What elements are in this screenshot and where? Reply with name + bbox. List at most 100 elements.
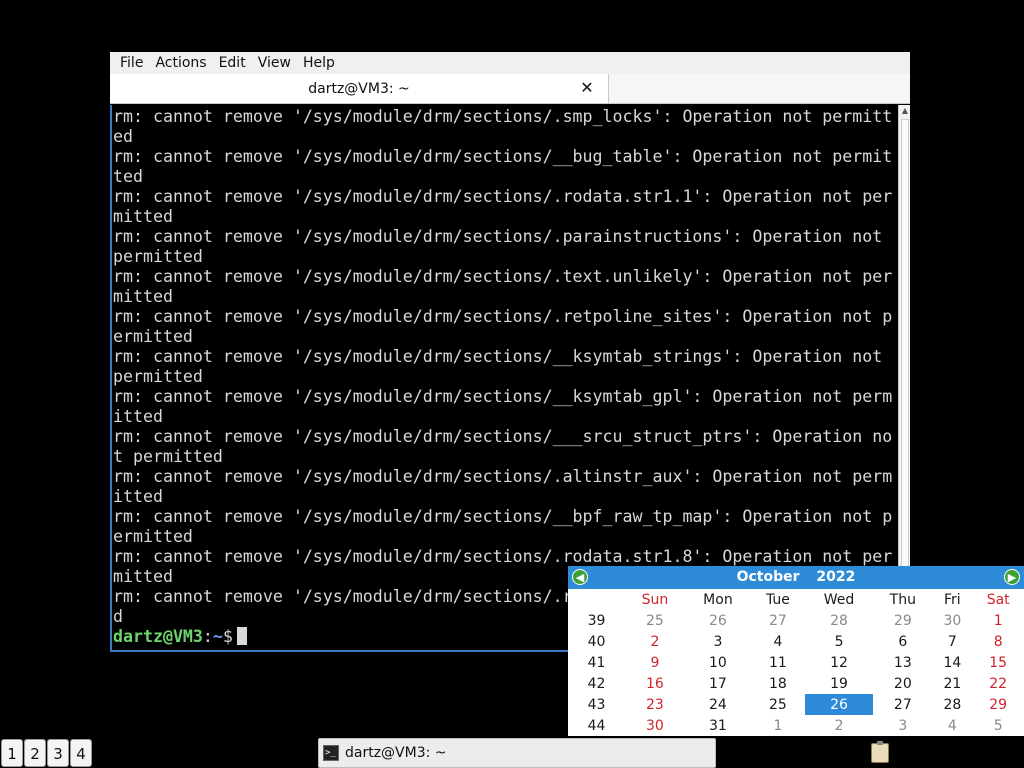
calendar-grid: Sun Mon Tue Wed Thu Fri Sat 39 25 26 27 28 29 30 1 40 2… — [568, 589, 1024, 736]
calendar-day[interactable]: 14 — [932, 652, 972, 673]
menu-view[interactable]: View — [252, 52, 297, 74]
taskbar-terminal-item[interactable]: >_ dartz@VM3: ~ — [318, 738, 716, 768]
calendar-day[interactable]: 25 — [625, 610, 685, 631]
terminal-line: rm: cannot remove '/sys/module/drm/secti… — [113, 427, 893, 446]
prompt-symbol: $ — [222, 627, 233, 646]
calendar-day[interactable]: 27 — [873, 694, 932, 715]
calendar-day[interactable]: 7 — [932, 631, 972, 652]
next-month-icon[interactable]: ▶ — [1004, 569, 1020, 585]
calendar-day[interactable]: 16 — [625, 673, 685, 694]
calendar-day[interactable]: 26 — [685, 610, 751, 631]
calendar-day[interactable]: 30 — [932, 610, 972, 631]
tab-bar: dartz@VM3: ~ ✕ — [110, 74, 910, 104]
calendar-day[interactable]: 25 — [751, 694, 805, 715]
calendar-day[interactable]: 8 — [972, 631, 1024, 652]
calendar-day[interactable]: 1 — [972, 610, 1024, 631]
taskbar: 1 2 3 4 >_ dartz@VM3: ~ — [0, 736, 1024, 768]
terminal-line: rm: cannot remove '/sys/module/drm/secti… — [113, 187, 893, 206]
terminal-line: mitted — [113, 287, 173, 306]
weekday-label: Thu — [889, 591, 916, 608]
calendar-day[interactable]: 9 — [625, 652, 685, 673]
calendar-day[interactable]: 19 — [805, 673, 874, 694]
calendar-title: October 2022 — [568, 566, 1024, 589]
menu-actions[interactable]: Actions — [149, 52, 212, 74]
week-number: 43 — [587, 696, 606, 713]
calendar-day[interactable]: 13 — [873, 652, 932, 673]
weekday-label: Mon — [703, 591, 733, 608]
terminal-line: rm: cannot remove '/sys/module/drm/secti… — [113, 147, 893, 166]
calendar-day[interactable]: 15 — [972, 652, 1024, 673]
calendar-day[interactable]: 12 — [805, 652, 874, 673]
workspace-2-button[interactable]: 2 — [24, 739, 46, 767]
week-row: 42 16 17 18 19 20 21 22 — [568, 673, 1024, 694]
calendar-day[interactable]: 29 — [972, 694, 1024, 715]
calendar-day[interactable]: 6 — [873, 631, 932, 652]
year-label[interactable]: 2022 — [816, 569, 855, 585]
calendar-day[interactable]: 4 — [932, 715, 972, 736]
calendar-day[interactable]: 2 — [805, 715, 874, 736]
calendar-day[interactable]: 20 — [873, 673, 932, 694]
calendar-day[interactable]: 24 — [685, 694, 751, 715]
terminal-tab[interactable]: dartz@VM3: ~ ✕ — [110, 74, 609, 104]
weekday-label: Sun — [641, 591, 669, 608]
calendar-day[interactable]: 11 — [751, 652, 805, 673]
calendar-day[interactable]: 1 — [751, 715, 805, 736]
workspace-3-button[interactable]: 3 — [47, 739, 69, 767]
calendar-day[interactable]: 21 — [932, 673, 972, 694]
prompt-path: ~ — [212, 627, 223, 646]
week-number: 41 — [587, 654, 606, 671]
calendar-day[interactable]: 2 — [625, 631, 685, 652]
week-row: 39 25 26 27 28 29 30 1 — [568, 610, 1024, 631]
terminal-line: itted — [113, 487, 163, 506]
terminal-cursor — [236, 627, 247, 645]
terminal-line: mitted — [113, 207, 173, 226]
terminal-line: ermitted — [113, 527, 193, 546]
week-number: 39 — [587, 612, 606, 629]
calendar-popup: ◀ October 2022 ▶ Sun Mon Tue Wed Thu Fri Sat 3… — [568, 566, 1024, 736]
calendar-day[interactable]: 31 — [685, 715, 751, 736]
terminal-line: permitted — [113, 367, 203, 386]
calendar-day[interactable]: 17 — [685, 673, 751, 694]
calendar-day[interactable]: 5 — [805, 631, 874, 652]
month-label[interactable]: October — [737, 569, 800, 585]
terminal-line: rm: cannot remove '/sys/module/drm/secti… — [113, 227, 883, 246]
menu-edit[interactable]: Edit — [213, 52, 252, 74]
calendar-day[interactable]: 3 — [873, 715, 932, 736]
menu-help[interactable]: Help — [297, 52, 341, 74]
terminal-line: rm: cannot remove '/sys/module/drm/secti… — [113, 387, 893, 406]
calendar-day[interactable]: 3 — [685, 631, 751, 652]
week-number-header — [568, 589, 625, 610]
terminal-line: rm: cannot remove '/sys/module/drm/secti… — [113, 307, 893, 326]
calendar-day[interactable]: 5 — [972, 715, 1024, 736]
terminal-icon: >_ — [323, 745, 339, 761]
terminal-line: t permitted — [113, 447, 223, 466]
calendar-day[interactable]: 22 — [972, 673, 1024, 694]
terminal-line: rm: cannot remove '/sys/module/drm/secti… — [113, 347, 883, 366]
prompt-separator: : — [202, 627, 213, 646]
terminal-line: rm: cannot remove '/sys/module/drm/secti… — [113, 267, 893, 286]
calendar-day[interactable]: 29 — [873, 610, 932, 631]
workspace-4-button[interactable]: 4 — [70, 739, 92, 767]
clipboard-icon[interactable] — [871, 741, 889, 763]
calendar-day[interactable]: 30 — [625, 715, 685, 736]
weekday-label: Fri — [944, 591, 961, 608]
week-row: 43 23 24 25 26 27 28 29 — [568, 694, 1024, 715]
calendar-day[interactable]: 26 — [804, 694, 874, 715]
scroll-up-icon[interactable]: ▲ — [899, 105, 911, 117]
workspace-1-button[interactable]: 1 — [1, 739, 23, 767]
menu-file[interactable]: File — [114, 52, 149, 74]
week-number: 40 — [587, 633, 606, 650]
calendar-day[interactable]: 28 — [932, 694, 972, 715]
week-row: 40 2 3 4 5 6 7 8 — [568, 631, 1024, 652]
calendar-day[interactable]: 28 — [805, 610, 874, 631]
calendar-day[interactable]: 27 — [751, 610, 805, 631]
calendar-day[interactable]: 23 — [625, 694, 685, 715]
terminal-line: rm: cannot remove '/sys/module/drm/secti… — [113, 107, 893, 126]
terminal-line: ted — [113, 167, 143, 186]
calendar-day[interactable]: 10 — [685, 652, 751, 673]
calendar-day[interactable]: 18 — [751, 673, 805, 694]
close-tab-icon[interactable]: ✕ — [578, 79, 596, 97]
terminal-line: permitted — [113, 247, 203, 266]
calendar-day[interactable]: 4 — [751, 631, 805, 652]
terminal-window: File Actions Edit View Help dartz@VM3: ~… — [110, 52, 910, 652]
